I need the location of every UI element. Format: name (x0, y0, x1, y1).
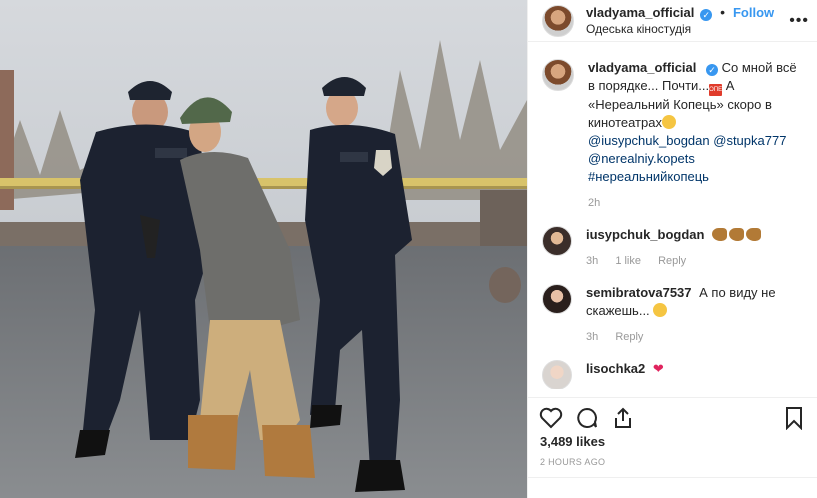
likes-count[interactable]: 3,489 likes (540, 434, 605, 449)
reply-button[interactable]: Reply (615, 331, 643, 343)
hashtag-link[interactable]: #нереальнийкопець (588, 169, 709, 184)
instagram-post: vladyama_official ✓ • Follow Одеська кін… (0, 0, 817, 498)
header-text: vladyama_official ✓ • Follow Одеська кін… (586, 4, 774, 37)
comments-list[interactable]: vladyama_official ✓ Со мной всё в порядк… (528, 59, 817, 389)
comment-meta: 3h Reply (586, 330, 803, 344)
mention-link[interactable]: @nerealniy.kopets (588, 151, 695, 166)
verified-badge-icon: ✓ (706, 64, 719, 76)
reply-button[interactable]: Reply (658, 255, 686, 267)
commenter-avatar[interactable] (542, 284, 572, 314)
post-location[interactable]: Одеська кіностудія (586, 21, 774, 37)
more-options-icon[interactable]: ••• (789, 12, 809, 30)
red-heart-emoji-icon: ❤ (652, 361, 664, 376)
action-bar (528, 397, 817, 431)
comment-likes[interactable]: 1 like (615, 255, 641, 267)
photo-illustration (0, 0, 527, 498)
muscle-emoji-icon (712, 228, 728, 241)
comment-username[interactable]: iusypchuk_bogdan (586, 227, 704, 242)
author-username[interactable]: vladyama_official (586, 5, 694, 20)
comment-meta: 3h 1 like Reply (586, 254, 803, 268)
comment-item: semibratova7537 А по виду не скажешь... … (542, 284, 803, 344)
comment-time[interactable]: 3h (586, 331, 598, 343)
comment-username[interactable]: semibratova7537 (586, 285, 692, 300)
post-photo[interactable] (0, 0, 527, 498)
comment-time[interactable]: 3h (586, 255, 598, 267)
caption-time[interactable]: 2h (588, 197, 600, 209)
commenter-avatar[interactable] (542, 226, 572, 256)
caption-item: vladyama_official ✓ Со мной всё в порядк… (542, 59, 803, 210)
heart-outline-icon[interactable] (538, 405, 564, 431)
commenter-avatar[interactable] (542, 360, 572, 389)
comment-icon[interactable] (574, 405, 600, 431)
muscle-emoji-icon (746, 228, 762, 241)
comment-item: lisochka2 ❤ (542, 360, 803, 389)
muscle-emoji-icon (729, 228, 745, 241)
mention-link[interactable]: @stupka777 (713, 133, 786, 148)
comment-body: lisochka2 ❤ (586, 360, 803, 389)
caption-username[interactable]: vladyama_official (588, 60, 696, 75)
caption-meta: 2h (588, 196, 803, 210)
author-avatar[interactable] (542, 4, 574, 37)
comment-body: semibratova7537 А по виду не скажешь... … (586, 284, 803, 344)
share-icon[interactable] (610, 405, 636, 431)
comment-body: iusypchuk_bogdan 3h 1 like Reply (586, 226, 803, 268)
verified-badge-icon: ✓ (700, 9, 713, 21)
add-comment-area[interactable] (528, 477, 817, 498)
bookmark-icon[interactable] (781, 405, 807, 431)
post-header: vladyama_official ✓ • Follow Одеська кін… (528, 0, 817, 42)
smile-emoji-icon (653, 303, 668, 317)
post-timestamp[interactable]: 2 HOURS AGO (540, 457, 605, 467)
comment-username[interactable]: lisochka2 (586, 361, 645, 376)
separator-dot: • (720, 4, 726, 20)
post-sidebar: vladyama_official ✓ • Follow Одеська кін… (527, 0, 817, 498)
smile-emoji-icon (661, 115, 676, 129)
follow-button[interactable]: Follow (733, 5, 774, 20)
comment-item: iusypchuk_bogdan 3h 1 like Reply (542, 226, 803, 268)
caption-avatar[interactable] (542, 59, 574, 91)
red-badge-icon: ОПЕ (709, 84, 723, 96)
mention-link[interactable]: @iusypchuk_bogdan (588, 133, 710, 148)
caption-body: vladyama_official ✓ Со мной всё в порядк… (588, 59, 803, 210)
